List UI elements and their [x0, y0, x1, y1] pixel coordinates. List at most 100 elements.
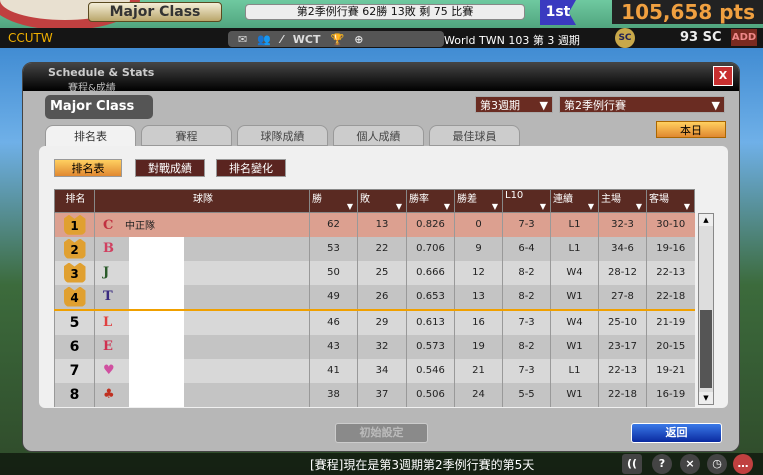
add-sc-button[interactable]: ADD	[731, 29, 757, 46]
team-name-redacted	[129, 260, 184, 285]
sort-icon: ▼	[395, 202, 402, 211]
streak-cell: W4	[550, 309, 599, 335]
plus-icon[interactable]: ⊕	[354, 33, 363, 46]
tab-schedule[interactable]: 賽程	[141, 125, 232, 146]
tab-team-stats[interactable]: 球隊成績	[237, 125, 328, 146]
column-header[interactable]: 主場 ▼	[598, 189, 647, 213]
streak-cell: W1	[550, 334, 599, 359]
team-cell: L	[94, 309, 310, 335]
subtab-rank-change[interactable]: 排名變化	[216, 159, 286, 177]
dialog-subtitle: 賽程&成績	[68, 83, 116, 94]
home-cell: 27-8	[598, 284, 647, 310]
season-select-value: 第2季例行賽	[564, 99, 626, 112]
column-header[interactable]: 敗 ▼	[357, 189, 407, 213]
sort-icon: ▼	[587, 202, 594, 211]
pct-cell: 0.613	[406, 309, 455, 335]
week-select[interactable]: 第3週期 ▼	[475, 96, 553, 113]
tab-best-players[interactable]: 最佳球員	[429, 125, 520, 146]
help-icon[interactable]: ?	[652, 454, 672, 474]
subtab-standings[interactable]: 排名表	[54, 159, 122, 177]
team-name-redacted	[129, 236, 184, 261]
team-logo-icon: B	[103, 240, 114, 256]
tab-player-stats[interactable]: 個人成績	[333, 125, 424, 146]
away-cell: 20-15	[646, 334, 695, 359]
home-cell: 23-17	[598, 334, 647, 359]
mute-icon[interactable]: ×	[680, 454, 700, 474]
season-select[interactable]: 第2季例行賽 ▼	[559, 96, 725, 113]
crown-icon: 3	[63, 262, 86, 283]
column-header[interactable]: L10 ▼	[502, 189, 551, 213]
table-row[interactable]: 6 E 43 32 0.573 19 8-2 W1 23-17 20-15	[54, 334, 695, 359]
column-header[interactable]: 勝率 ▼	[406, 189, 455, 213]
column-label: 排名	[65, 194, 86, 205]
rank-cell: 5	[54, 309, 95, 335]
away-cell: 21-19	[646, 309, 695, 335]
crown-icon: 2	[63, 238, 86, 259]
column-label: 客場	[649, 194, 669, 205]
rank-cell: 1	[54, 212, 95, 237]
back-button[interactable]: 返回	[631, 423, 722, 443]
gb-cell: 13	[454, 284, 503, 310]
streak-cell: W1	[550, 284, 599, 310]
team-cell: B	[94, 236, 310, 261]
close-button[interactable]: X	[713, 66, 733, 86]
column-label: 連續	[553, 194, 573, 205]
subtab-head-to-head[interactable]: 對戰成績	[135, 159, 205, 177]
collapse-icon[interactable]: ((	[622, 454, 642, 474]
table-row[interactable]: 4 T 49 26 0.653 13 8-2 W1 27-8 22-18	[54, 284, 695, 310]
column-header[interactable]: 客場 ▼	[646, 189, 695, 213]
l10-cell: 7-3	[502, 358, 551, 383]
gb-cell: 12	[454, 260, 503, 285]
players-icon[interactable]: 👥	[257, 33, 271, 46]
rank-cell: 8	[54, 382, 95, 407]
l-cell: 13	[357, 212, 407, 237]
table-row[interactable]: 8 ♣ 38 37 0.506 24 5-5 W1 22-18 16-19	[54, 382, 695, 407]
chat-icon[interactable]: …	[733, 454, 753, 474]
team-cell: J	[94, 260, 310, 285]
table-row[interactable]: 7 ♥ 41 34 0.546 21 7-3 L1 22-13 19-21	[54, 358, 695, 383]
team-cell: E	[94, 334, 310, 359]
gb-cell: 21	[454, 358, 503, 383]
rank-cell: 3	[54, 260, 95, 285]
l-cell: 25	[357, 260, 407, 285]
table-row[interactable]: 2 B 53 22 0.706 9 6-4 L1 34-6 19-16	[54, 236, 695, 261]
team-logo-icon: T	[103, 288, 113, 304]
column-header[interactable]: 連續 ▼	[550, 189, 599, 213]
away-cell: 16-19	[646, 382, 695, 407]
column-header[interactable]: 勝差 ▼	[454, 189, 503, 213]
wct-button[interactable]: WCT	[293, 33, 321, 46]
l-cell: 34	[357, 358, 407, 383]
sort-icon: ▼	[491, 202, 498, 211]
scroll-thumb[interactable]	[700, 310, 712, 388]
home-cell: 28-12	[598, 260, 647, 285]
column-header[interactable]: 勝 ▼	[309, 189, 358, 213]
today-button[interactable]: 本日	[656, 121, 726, 138]
l10-cell: 8-2	[502, 284, 551, 310]
tab-standings[interactable]: 排名表	[45, 125, 136, 148]
gb-cell: 0	[454, 212, 503, 237]
l-cell: 29	[357, 309, 407, 335]
scroll-down-icon[interactable]: ▼	[699, 392, 713, 404]
team-logo-icon: J	[103, 264, 110, 280]
table-row[interactable]: 3 J 50 25 0.666 12 8-2 W4 28-12 22-13	[54, 260, 695, 285]
clock-icon[interactable]: ◷	[707, 454, 727, 474]
team-name-redacted	[129, 284, 184, 309]
team-name[interactable]: 中正隊	[125, 221, 155, 232]
reset-button[interactable]: 初始設定	[335, 423, 428, 443]
w-cell: 41	[309, 358, 358, 383]
table-row[interactable]: 1 C 中正隊 62 13 0.826 0 7-3 L1 32-3 30-10	[54, 212, 695, 237]
crown-icon: 1	[63, 214, 86, 235]
mail-icon[interactable]: ✉	[238, 33, 247, 46]
home-cell: 22-18	[598, 382, 647, 407]
rank-cell: 7	[54, 358, 95, 383]
table-row[interactable]: 5 L 46 29 0.613 16 7-3 W4 25-10 21-19	[54, 309, 695, 335]
bat-icon[interactable]: ⁄	[281, 33, 283, 46]
trophy-icon[interactable]: 🏆	[330, 33, 344, 46]
standings-table: 排名 球隊勝 ▼ 敗 ▼ 勝率 ▼ 勝差 ▼ L10 ▼ 連續 ▼ 主場 ▼ 客場 ▼ 1 C 中正隊 62 13 0.8…	[54, 189, 695, 407]
team-name-redacted	[129, 358, 184, 383]
scrollbar[interactable]: ▲ ▼	[698, 213, 714, 405]
team-logo-icon: ♥	[103, 362, 115, 378]
gb-cell: 24	[454, 382, 503, 407]
scroll-up-icon[interactable]: ▲	[699, 214, 713, 226]
team-name-redacted	[129, 334, 184, 359]
